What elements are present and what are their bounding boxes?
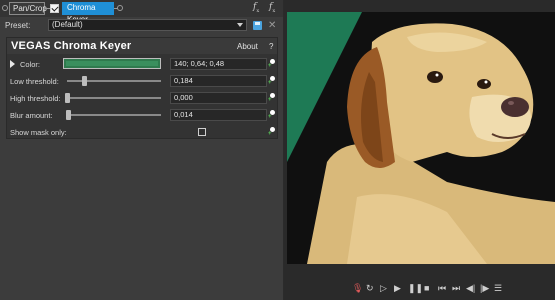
keyframe-animate-icon[interactable]: + [268, 76, 276, 86]
play-icon[interactable]: ▶ [394, 283, 401, 293]
blur-amount-slider-thumb[interactable] [66, 110, 72, 120]
blur-amount-slider-track[interactable] [67, 114, 161, 116]
chroma-keyer-plugin-tab[interactable]: Chroma Keyer [62, 2, 114, 24]
chevron-down-icon [237, 23, 243, 27]
chroma-keyer-plugin: VEGAS Chroma Keyer About ? Color: 140; 0… [6, 37, 278, 139]
chain-start-node [2, 5, 8, 11]
chain-end-node [117, 5, 123, 11]
low-threshold-label: Low threshold: [10, 77, 59, 86]
preset-row: Preset: (Default) ✕ [0, 17, 283, 34]
previous-frame-icon[interactable]: ◀| [466, 283, 475, 293]
preview-canvas[interactable] [287, 12, 555, 264]
keyframe-animate-icon[interactable]: + [268, 127, 276, 137]
low-threshold-param-row: Low threshold: 0,184 + [7, 73, 277, 89]
fx-chain-icon[interactable]: fx [253, 2, 259, 14]
pan-crop-plugin-tab[interactable]: Pan/Crop [9, 2, 47, 15]
color-swatch[interactable] [63, 58, 161, 69]
stop-icon[interactable]: ■ [424, 283, 429, 293]
high-threshold-value-field[interactable]: 0,000 [170, 92, 267, 104]
preset-label: Preset: [5, 21, 31, 30]
delete-preset-icon[interactable]: ✕ [268, 20, 276, 31]
menu-icon[interactable]: ☰ [494, 283, 502, 293]
about-button[interactable]: About [237, 42, 258, 51]
keyframe-animate-icon[interactable]: + [268, 110, 276, 120]
show-mask-only-label: Show mask only: [10, 128, 67, 137]
go-to-end-icon[interactable]: ⏭ [452, 283, 460, 293]
video-event-fx-panel: Pan/Crop Chroma Keyer fx fx Preset: (Def… [0, 0, 283, 300]
help-button[interactable]: ? [269, 42, 273, 51]
low-threshold-slider-track[interactable] [67, 80, 161, 82]
show-mask-only-checkbox[interactable] [198, 128, 206, 136]
color-label: Color: [20, 60, 41, 69]
expand-arrow-icon[interactable] [10, 60, 15, 68]
high-threshold-param-row: High threshold: 0,000 + [7, 90, 277, 106]
preview-image [287, 12, 555, 264]
next-frame-icon[interactable]: |▶ [480, 283, 489, 293]
blur-amount-param-row: Blur amount: 0,014 + [7, 107, 277, 123]
blur-amount-label: Blur amount: [10, 111, 53, 120]
pause-icon[interactable]: ❚❚ [408, 283, 423, 293]
play-from-start-icon[interactable]: ▷ [380, 283, 387, 293]
high-threshold-label: High threshold: [10, 94, 61, 103]
fx-remove-icon[interactable]: fx [269, 2, 275, 14]
color-value-field[interactable]: 140; 0,64; 0,48 [170, 58, 267, 70]
microphone-icon[interactable]: 🎙 [352, 283, 363, 293]
keyframe-animate-icon[interactable]: + [268, 59, 276, 69]
keyframe-animate-icon[interactable]: + [268, 93, 276, 103]
go-to-start-icon[interactable]: ⏮ [438, 283, 446, 293]
video-preview-panel: 🎙 ↻ ▷ ▶ ❚❚ ■ ⏮ ⏭ ◀| |▶ ☰ [284, 0, 555, 300]
loop-icon[interactable]: ↻ [366, 283, 374, 293]
color-param-row: Color: 140; 0,64; 0,48 + [7, 56, 277, 72]
preset-dropdown[interactable]: (Default) [48, 19, 247, 31]
preview-transport-bar: 🎙 ↻ ▷ ▶ ❚❚ ■ ⏮ ⏭ ◀| |▶ ☰ [284, 278, 555, 300]
low-threshold-value-field[interactable]: 0,184 [170, 75, 267, 87]
save-preset-icon[interactable] [253, 21, 262, 30]
chroma-keyer-enable-checkbox[interactable] [50, 4, 59, 13]
high-threshold-slider-track[interactable] [67, 97, 161, 99]
plugin-chain-bar: Pan/Crop Chroma Keyer fx fx [0, 0, 283, 24]
low-threshold-slider-thumb[interactable] [82, 76, 88, 86]
high-threshold-slider-thumb[interactable] [65, 93, 70, 103]
blur-amount-value-field[interactable]: 0,014 [170, 109, 267, 121]
preset-value: (Default) [52, 20, 83, 29]
show-mask-only-param-row: Show mask only: + [7, 124, 277, 140]
plugin-header: VEGAS Chroma Keyer About ? [7, 38, 277, 54]
plugin-title: VEGAS Chroma Keyer [11, 40, 132, 52]
